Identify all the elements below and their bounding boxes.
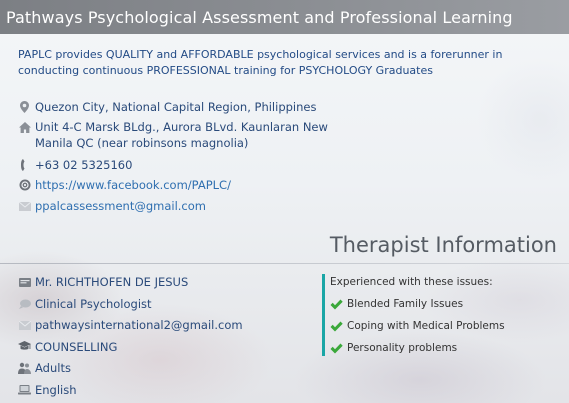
issues-panel: Experienced with these issues: Blended F…: [322, 274, 552, 356]
graduation-cap-icon: [18, 339, 31, 355]
therapist-info: Mr. RICHTHOFEN DE JESUS Clinical Psychol…: [18, 274, 318, 403]
therapist-language-row: English: [18, 382, 318, 398]
therapist-name: Mr. RICHTHOFEN DE JESUS: [35, 275, 189, 289]
page-header: Pathways Psychological Assessment and Pr…: [0, 0, 569, 34]
therapist-email-row[interactable]: pathwaysinternational2@gmail.com: [18, 317, 318, 333]
checkmark-icon: [330, 343, 344, 354]
issue-item: Coping with Medical Problems: [330, 318, 552, 334]
contact-info: Quezon City, National Capital Region, Ph…: [18, 99, 338, 214]
checkmark-icon: [330, 321, 344, 332]
envelope-icon: [18, 317, 31, 333]
issue-label: Personality problems: [347, 342, 458, 354]
address-text: Unit 4-C Marsk BLdg., Aurora BLvd. Kaunl…: [35, 120, 328, 150]
location-row: Quezon City, National Capital Region, Ph…: [18, 99, 338, 115]
therapist-title-row: Clinical Psychologist: [18, 296, 318, 312]
id-card-icon: [18, 274, 31, 290]
therapist-section-heading: Therapist Information: [329, 233, 557, 257]
therapist-age-group-row: Adults: [18, 360, 318, 376]
therapist-age-group: Adults: [35, 361, 71, 375]
website-link[interactable]: https://www.facebook.com/PAPLC/: [35, 177, 231, 193]
people-icon: [18, 360, 31, 376]
therapist-service: COUNSELLING: [35, 339, 118, 354]
address-row: Unit 4-C Marsk BLdg., Aurora BLvd. Kaunl…: [18, 119, 338, 151]
email-row[interactable]: ppalcassessment@gmail.com: [18, 198, 338, 214]
email-link[interactable]: ppalcassessment@gmail.com: [35, 198, 206, 214]
speech-bubble-icon: [18, 296, 31, 312]
checkmark-icon: [330, 299, 344, 310]
website-row[interactable]: https://www.facebook.com/PAPLC/: [18, 177, 338, 193]
intro-text: PAPLC provides QUALITY and AFFORDABLE ps…: [18, 48, 503, 77]
section-divider: [0, 263, 569, 264]
therapist-language: English: [35, 382, 77, 397]
therapist-service-row: COUNSELLING: [18, 339, 318, 355]
home-icon: [18, 119, 31, 135]
envelope-icon: [18, 198, 31, 214]
therapist-email[interactable]: pathwaysinternational2@gmail.com: [35, 317, 243, 333]
globe-icon: [18, 177, 31, 193]
page-title: Pathways Psychological Assessment and Pr…: [6, 7, 513, 27]
issues-title: Experienced with these issues:: [330, 276, 493, 288]
issue-item: Blended Family Issues: [330, 296, 552, 312]
issue-label: Blended Family Issues: [347, 298, 464, 310]
laptop-icon: [18, 382, 31, 398]
map-pin-icon: [18, 99, 31, 115]
phone-row: +63 02 5325160: [18, 157, 338, 173]
issue-label: Coping with Medical Problems: [347, 320, 505, 332]
location-text: Quezon City, National Capital Region, Ph…: [35, 100, 317, 114]
therapist-title: Clinical Psychologist: [35, 296, 152, 311]
issue-item: Personality problems: [330, 340, 552, 356]
phone-text: +63 02 5325160: [35, 158, 133, 172]
phone-icon: [18, 157, 31, 173]
therapist-name-row: Mr. RICHTHOFEN DE JESUS: [18, 274, 318, 290]
